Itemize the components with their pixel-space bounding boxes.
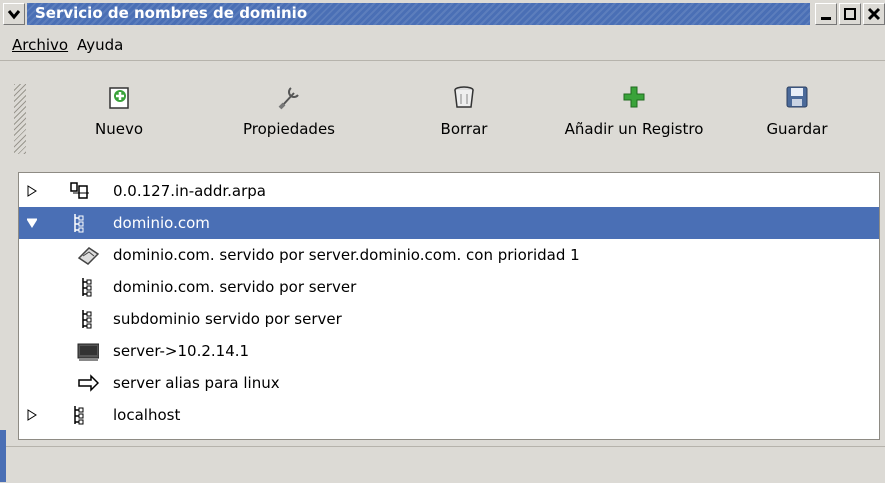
expander-expanded-icon[interactable] <box>27 217 37 229</box>
menu-ayuda[interactable]: Ayuda <box>77 36 123 54</box>
domain-tree-icon <box>74 406 84 425</box>
close-icon <box>867 7 881 21</box>
host-computer-icon <box>77 343 99 361</box>
expander-collapsed-icon[interactable] <box>27 409 37 421</box>
title-bar: Servicio de nombres de dominio <box>0 0 885 28</box>
plus-icon <box>621 84 647 110</box>
close-button[interactable] <box>863 3 885 25</box>
maximize-button[interactable] <box>839 3 861 25</box>
tree-row[interactable]: dominio.com. servido por server <box>19 271 879 303</box>
delete-button[interactable]: Borrar <box>434 84 494 138</box>
new-icon <box>106 84 132 110</box>
wrench-icon <box>276 84 302 110</box>
toolbar-grip[interactable] <box>14 84 26 154</box>
tree-row-label: server alias para linux <box>113 374 280 392</box>
tree-row-label: 0.0.127.in-addr.arpa <box>113 182 266 200</box>
window-menu-button[interactable] <box>3 3 25 25</box>
tree-row-label: dominio.com <box>113 214 210 232</box>
add-record-button-label: Añadir un Registro <box>564 120 704 138</box>
tree-row-label: dominio.com. servido por server.dominio.… <box>113 246 580 264</box>
minimize-icon <box>821 17 831 20</box>
save-button-label: Guardar <box>766 120 828 138</box>
tree-row-label: dominio.com. servido por server <box>113 278 357 296</box>
domain-tree-icon <box>74 214 84 233</box>
add-record-button[interactable]: Añadir un Registro <box>550 84 718 138</box>
reverse-zone-icon <box>70 182 89 199</box>
maximize-icon <box>844 8 856 20</box>
tree-row[interactable]: 0.0.127.in-addr.arpa <box>19 175 879 207</box>
domain-tree-icon <box>82 278 92 297</box>
tree-row[interactable]: server->10.2.14.1 <box>19 335 879 367</box>
tree-row[interactable]: server alias para linux <box>19 367 879 399</box>
minimize-button[interactable] <box>815 3 837 25</box>
desktop-edge <box>0 430 6 482</box>
window-title: Servicio de nombres de dominio <box>35 4 308 22</box>
tree-row[interactable]: subdominio servido por server <box>19 303 879 335</box>
chevron-down-icon <box>7 10 21 20</box>
tree-row-label: server->10.2.14.1 <box>113 342 250 360</box>
status-bar <box>0 446 885 483</box>
trash-icon <box>451 84 477 110</box>
zone-tree[interactable]: 0.0.127.in-addr.arpa dominio.com dominio… <box>18 172 880 440</box>
menu-bar: Archivo Ayuda <box>0 28 885 61</box>
tree-row[interactable]: dominio.com. servido por server.dominio.… <box>19 239 879 271</box>
mail-exchanger-icon <box>77 247 99 265</box>
properties-button-label: Propiedades <box>243 120 335 138</box>
expander-collapsed-icon[interactable] <box>27 185 37 197</box>
new-button-label: Nuevo <box>94 120 143 138</box>
delete-button-label: Borrar <box>440 120 488 138</box>
floppy-icon <box>784 84 810 110</box>
tree-row-label: localhost <box>113 406 181 424</box>
new-button[interactable]: Nuevo <box>83 84 155 138</box>
domain-tree-icon <box>82 310 92 329</box>
alias-arrow-icon <box>78 374 99 392</box>
tree-row[interactable]: localhost <box>19 399 879 431</box>
tree-row-label: subdominio servido por server <box>113 310 342 328</box>
menu-archivo[interactable]: Archivo <box>12 36 68 54</box>
window-title-area[interactable]: Servicio de nombres de dominio <box>27 3 810 25</box>
save-button[interactable]: Guardar <box>757 84 837 138</box>
properties-button[interactable]: Propiedades <box>233 84 345 138</box>
tree-row-selected[interactable]: dominio.com <box>19 207 879 239</box>
